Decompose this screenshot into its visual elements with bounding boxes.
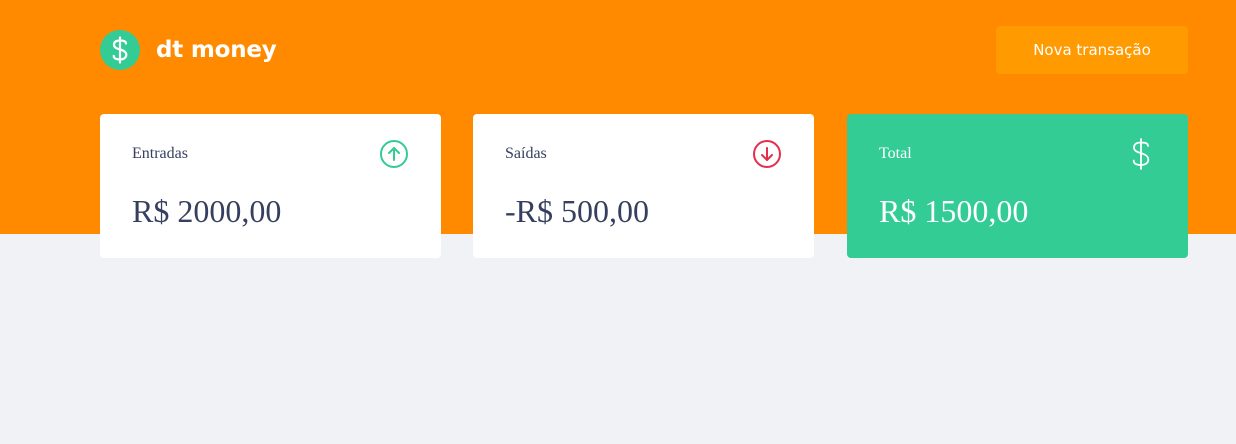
income-label: Entradas — [132, 145, 188, 162]
arrow-up-circle-icon — [379, 139, 409, 169]
total-value: R$ 1500,00 — [879, 193, 1029, 229]
arrow-down-circle-icon — [752, 139, 782, 169]
outcome-label: Saídas — [505, 145, 547, 162]
outcome-value: -R$ 500,00 — [505, 193, 649, 229]
dollar-sign-icon — [1126, 138, 1156, 170]
brand-logo: dt money — [100, 30, 277, 70]
outcome-card: Saídas -R$ 500,00 — [473, 114, 814, 258]
income-value: R$ 2000,00 — [132, 193, 282, 229]
new-transaction-button[interactable]: Nova transação — [996, 26, 1188, 74]
brand-name: dt money — [156, 37, 277, 63]
total-label: Total — [879, 145, 912, 162]
dollar-sign-icon — [100, 30, 140, 70]
income-card: Entradas R$ 2000,00 — [100, 114, 441, 258]
total-card: Total R$ 1500,00 — [847, 114, 1188, 258]
